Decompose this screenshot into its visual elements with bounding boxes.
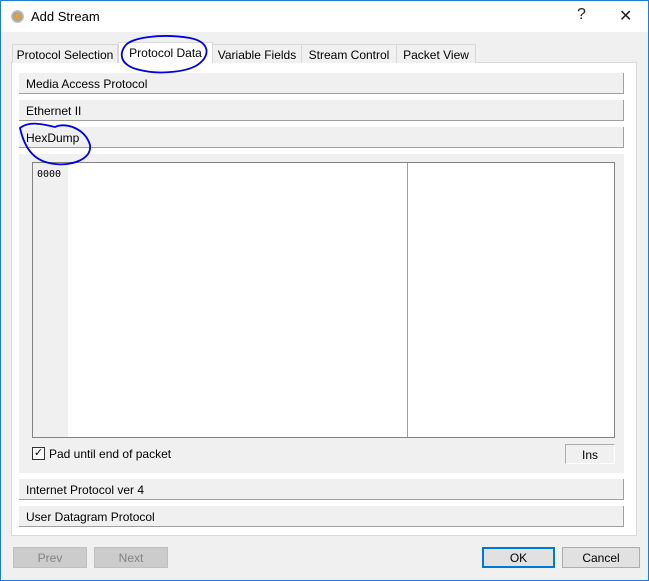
address-gutter: 0000 (33, 163, 68, 437)
section-media-access-protocol[interactable]: Media Access Protocol (19, 73, 624, 94)
insert-mode-indicator: Ins (565, 444, 615, 464)
tab-stream-control[interactable]: Stream Control (301, 44, 397, 63)
section-internet-protocol-v4[interactable]: Internet Protocol ver 4 (19, 479, 624, 500)
cancel-button[interactable]: Cancel (562, 547, 640, 568)
title-bar: Add Stream ? ✕ (1, 1, 648, 32)
prev-button[interactable]: Prev (13, 547, 87, 568)
section-user-datagram-protocol[interactable]: User Datagram Protocol (19, 506, 624, 527)
tab-variable-fields[interactable]: Variable Fields (212, 44, 302, 63)
tab-protocol-data[interactable]: Protocol Data (118, 42, 213, 63)
tab-protocol-selection[interactable]: Protocol Selection (12, 44, 118, 63)
section-hexdump[interactable]: HexDump (19, 127, 624, 148)
address-label: 0000 (37, 169, 62, 180)
section-ethernet-ii[interactable]: Ethernet II (19, 100, 624, 121)
next-button[interactable]: Next (94, 547, 168, 568)
window-title: Add Stream (31, 9, 100, 24)
pad-checkbox[interactable]: ✓ (32, 447, 45, 460)
hex-editor[interactable]: 0000 (32, 162, 615, 438)
ascii-divider (407, 163, 408, 437)
tab-packet-view[interactable]: Packet View (396, 44, 476, 63)
gear-icon (10, 9, 25, 24)
ok-button[interactable]: OK (482, 547, 555, 568)
close-button[interactable]: ✕ (619, 6, 632, 26)
help-button[interactable]: ? (577, 6, 586, 24)
pad-label: Pad until end of packet (49, 447, 172, 461)
